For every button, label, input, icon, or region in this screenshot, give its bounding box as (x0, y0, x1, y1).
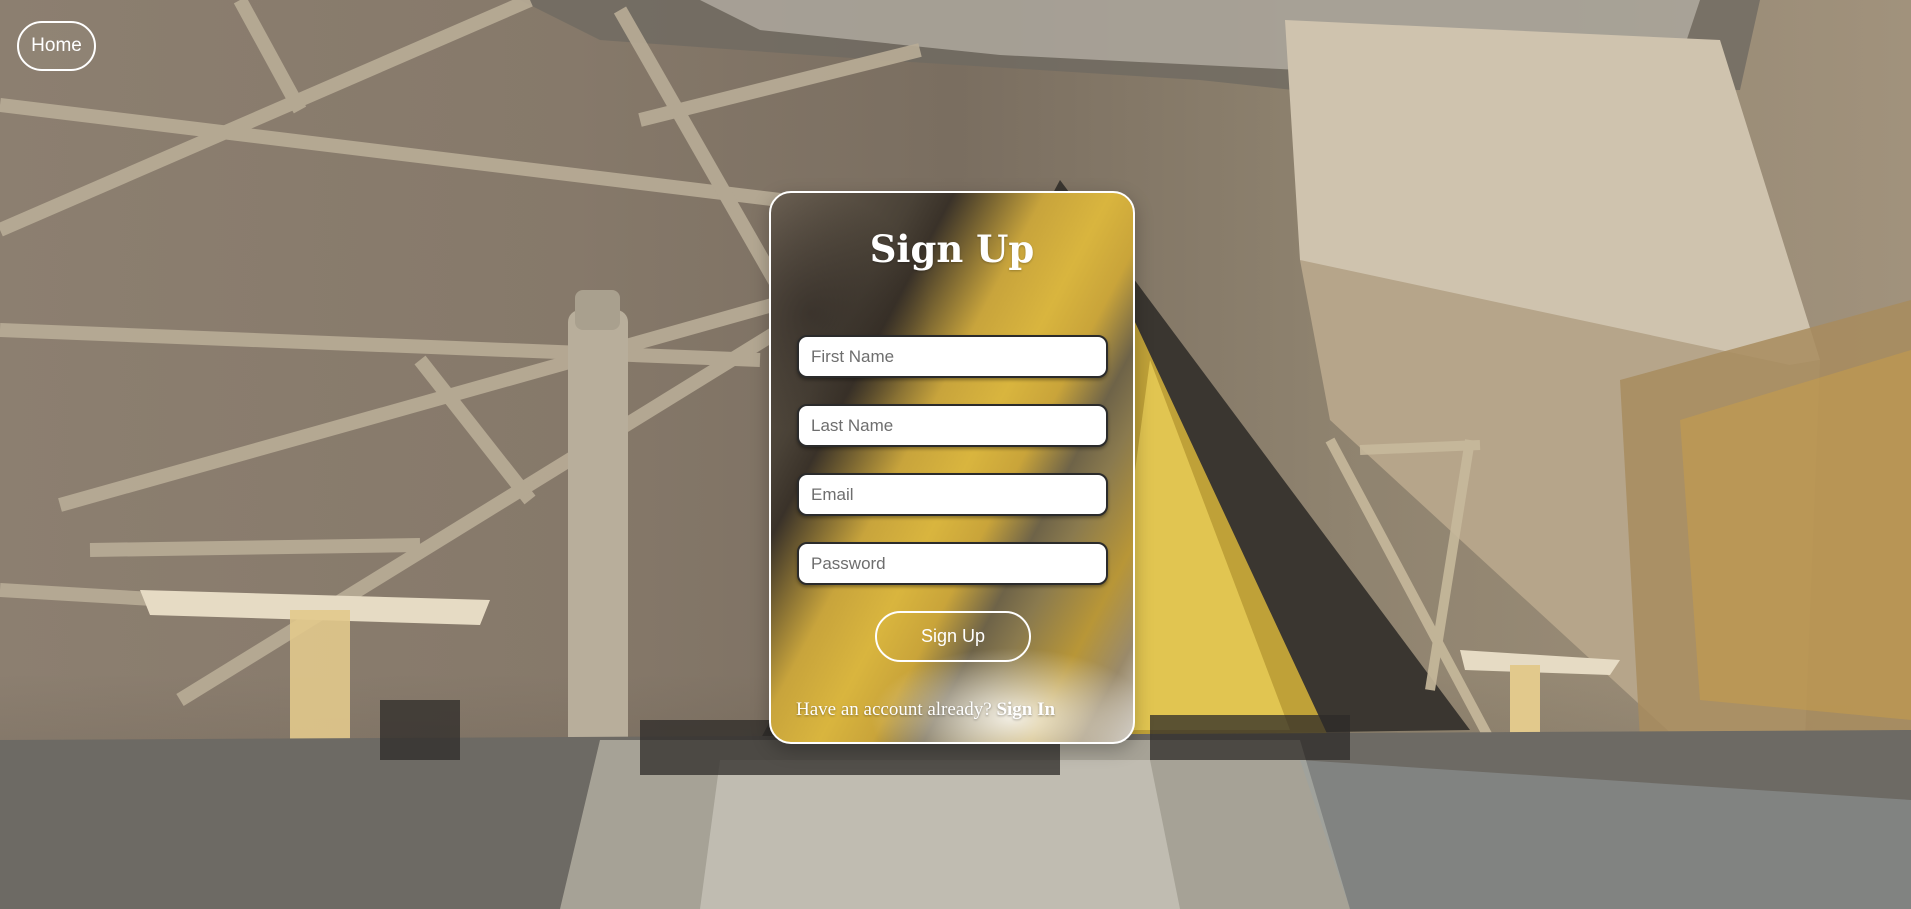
signin-link[interactable]: Sign In (996, 699, 1055, 720)
first-name-input[interactable] (797, 335, 1108, 378)
signup-card: Sign Up Sign Up Have an account already?… (769, 191, 1135, 744)
signup-title: Sign Up (869, 227, 1035, 271)
password-input[interactable] (797, 542, 1108, 585)
home-button[interactable]: Home (17, 21, 96, 71)
signup-button[interactable]: Sign Up (875, 611, 1031, 662)
signin-prompt: Have an account already? Sign In (796, 699, 1055, 721)
signin-prompt-text: Have an account already? (796, 699, 992, 720)
last-name-input[interactable] (797, 404, 1108, 447)
email-input[interactable] (797, 473, 1108, 516)
